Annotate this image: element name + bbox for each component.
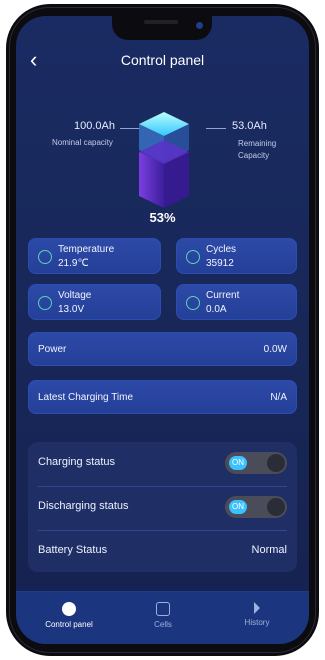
- nominal-capacity-value: 100.0Ah: [74, 120, 115, 132]
- power-label: Power: [38, 344, 67, 355]
- charging-toggle-on-label: ON: [229, 456, 247, 470]
- tab-label: Control panel: [45, 620, 93, 629]
- tab-cells[interactable]: Cells: [118, 602, 208, 642]
- current-label: Current: [206, 290, 240, 301]
- top-bar: ‹ Control panel: [16, 46, 309, 76]
- page-title: Control panel: [120, 52, 205, 68]
- bottom-tab-bar: Control panel Cells History: [16, 591, 309, 644]
- voltage-value: 13.0V: [58, 304, 85, 315]
- charging-toggle-knob: [267, 454, 285, 472]
- control-panel-icon: [62, 602, 76, 616]
- nominal-capacity-label: Nominal capacity: [52, 138, 113, 147]
- temperature-label: Temperature: [58, 244, 115, 255]
- current-icon: [186, 296, 200, 310]
- remaining-capacity-label: Remaining Capacity: [238, 139, 277, 160]
- app-screen: ‹ Control panel 100.0Ah Nominal capacity…: [16, 16, 309, 644]
- voltage-card: Voltage 13.0V: [28, 284, 161, 320]
- battery-status-row: Battery Status Normal: [38, 532, 287, 572]
- battery-level-graphic: [139, 112, 189, 208]
- tab-label: History: [244, 618, 270, 627]
- status-panel: Charging status ON Discharging status ON…: [28, 442, 297, 572]
- tab-label: Cells: [154, 620, 172, 629]
- remaining-connector-line: [206, 128, 226, 129]
- charging-time-value: N/A: [270, 392, 287, 403]
- history-icon: [254, 602, 260, 614]
- cycle-icon: [186, 250, 200, 264]
- cycles-card: Cycles 35912: [176, 238, 297, 274]
- battery-percent: 53%: [149, 210, 176, 225]
- front-camera: [196, 22, 203, 29]
- current-card: Current 0.0A: [176, 284, 297, 320]
- current-value: 0.0A: [206, 304, 227, 315]
- cells-icon: [156, 602, 170, 616]
- remaining-capacity-value: 53.0Ah: [232, 120, 267, 132]
- discharging-toggle-on-label: ON: [229, 500, 247, 514]
- temperature-value: 21.9℃: [58, 258, 89, 269]
- voltage-label: Voltage: [58, 290, 92, 301]
- thermometer-icon: [38, 250, 52, 264]
- power-value: 0.0W: [263, 344, 287, 355]
- discharging-status-row: Discharging status ON: [38, 488, 287, 528]
- voltage-icon: [38, 296, 52, 310]
- temperature-card: Temperature 21.9℃: [28, 238, 161, 274]
- charging-status-label: Charging status: [38, 456, 116, 468]
- discharging-status-label: Discharging status: [38, 500, 129, 512]
- battery-status-label: Battery Status: [38, 544, 108, 556]
- tab-history[interactable]: History: [212, 602, 302, 642]
- battery-status-value: Normal: [251, 544, 287, 556]
- charging-time-row: Latest Charging Time N/A: [28, 380, 297, 414]
- status-divider: [38, 530, 287, 531]
- tab-control-panel[interactable]: Control panel: [24, 602, 114, 642]
- cycles-label: Cycles: [206, 244, 237, 255]
- power-row: Power 0.0W: [28, 332, 297, 366]
- status-divider: [38, 486, 287, 487]
- discharging-toggle[interactable]: ON: [225, 496, 287, 518]
- speaker-grille: [144, 20, 178, 24]
- discharging-toggle-knob: [267, 498, 285, 516]
- charging-time-label: Latest Charging Time: [38, 392, 134, 403]
- cycles-value: 35912: [206, 258, 234, 269]
- charging-toggle[interactable]: ON: [225, 452, 287, 474]
- charging-status-row: Charging status ON: [38, 444, 287, 484]
